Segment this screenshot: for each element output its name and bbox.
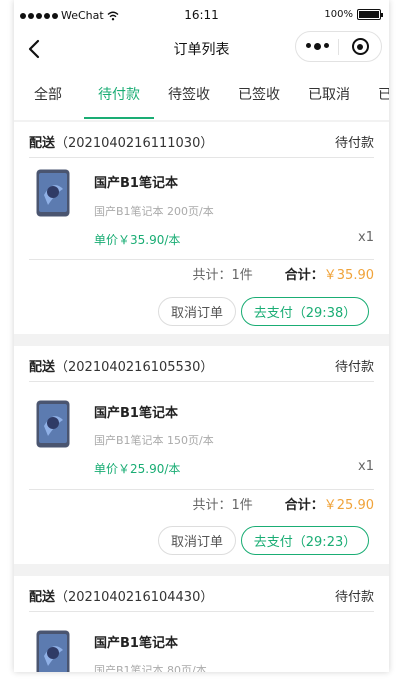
phone-product-image xyxy=(36,169,70,217)
order-header: 配送（2021040216111030） 待付款 xyxy=(29,122,374,158)
total-amount: ￥25.90 xyxy=(323,498,374,513)
pay-now-button[interactable]: 去支付（29:23） xyxy=(241,526,369,555)
phone-frame: WeChat 16:11 100% 订单列表 全部 待付款 待签收 已签收 已取… xyxy=(14,0,389,672)
order-id: （2021040216105530） xyxy=(55,360,214,375)
navigation-bar: 订单列表 xyxy=(14,30,389,68)
order-card[interactable]: 配送（2021040216104430） 待付款 国产B1笔记本 国产B1笔记本… xyxy=(14,576,389,672)
order-status-tabs: 全部 待付款 待签收 已签收 已取消 已 xyxy=(14,68,389,120)
mini-program-capsule xyxy=(295,31,382,62)
phone-product-image xyxy=(36,400,70,448)
order-number: 配送（2021040216105530） xyxy=(29,356,213,375)
delivery-type: 配送 xyxy=(29,360,56,375)
divider xyxy=(29,489,374,490)
item-count: 共计：1件 xyxy=(192,498,253,513)
product-description: 国产B1笔记本 150页/本 xyxy=(94,434,214,447)
item-count: 共计：1件 xyxy=(192,268,253,283)
order-card[interactable]: 配送（2021040216105530） 待付款 国产B1笔记本 国产B1笔记本… xyxy=(14,346,389,564)
battery-icon xyxy=(357,9,383,20)
close-mini-program-button[interactable] xyxy=(339,38,381,55)
tab-overflow[interactable]: 已 xyxy=(378,84,389,104)
order-header: 配送（2021040216105530） 待付款 xyxy=(29,346,374,382)
quantity: x1 xyxy=(358,230,374,245)
cancel-order-button[interactable]: 取消订单 xyxy=(158,526,236,555)
phone-product-image xyxy=(36,630,70,672)
unit-price: 单价￥35.90/本 xyxy=(94,233,181,247)
tab-received[interactable]: 已签收 xyxy=(238,84,280,104)
total-label: 合计： xyxy=(284,498,324,513)
total-label: 合计： xyxy=(284,268,324,283)
tab-pending-receipt[interactable]: 待签收 xyxy=(168,84,210,104)
tab-all[interactable]: 全部 xyxy=(34,84,62,104)
pay-now-button[interactable]: 去支付（29:38） xyxy=(241,297,369,326)
divider xyxy=(29,259,374,260)
product-description: 国产B1笔记本 80页/本 xyxy=(94,664,207,672)
product-description: 国产B1笔记本 200页/本 xyxy=(94,205,214,218)
order-status: 待付款 xyxy=(334,590,374,605)
product-name: 国产B1笔记本 xyxy=(94,176,178,191)
order-id: （2021040216111030） xyxy=(55,136,214,151)
active-tab-indicator xyxy=(84,117,154,119)
delivery-type: 配送 xyxy=(29,590,56,605)
tab-pending-payment[interactable]: 待付款 xyxy=(98,84,140,104)
order-summary: 共计：1件 合计：￥25.90 xyxy=(192,494,374,513)
order-card[interactable]: 配送（2021040216111030） 待付款 国产B1笔记本 国产B1笔记本… xyxy=(14,122,389,334)
target-close-icon xyxy=(351,38,369,55)
product-name: 国产B1笔记本 xyxy=(94,636,178,651)
tab-cancelled[interactable]: 已取消 xyxy=(308,84,350,104)
product-name: 国产B1笔记本 xyxy=(94,406,178,421)
unit-price: 单价￥25.90/本 xyxy=(94,462,181,476)
order-id: （2021040216104430） xyxy=(55,590,214,605)
status-bar: WeChat 16:11 100% xyxy=(14,0,389,30)
total-amount: ￥35.90 xyxy=(323,268,374,283)
delivery-type: 配送 xyxy=(29,136,56,151)
order-status: 待付款 xyxy=(334,360,374,375)
order-number: 配送（2021040216104430） xyxy=(29,586,213,605)
order-status: 待付款 xyxy=(334,136,374,151)
quantity: x1 xyxy=(358,459,374,474)
battery-percent: 100% xyxy=(324,9,353,20)
more-menu-icon[interactable] xyxy=(296,43,338,50)
cancel-order-button[interactable]: 取消订单 xyxy=(158,297,236,326)
order-number: 配送（2021040216111030） xyxy=(29,132,213,151)
battery-indicator: 100% xyxy=(324,9,383,20)
order-summary: 共计：1件 合计：￥35.90 xyxy=(192,264,374,283)
order-header: 配送（2021040216104430） 待付款 xyxy=(29,576,374,612)
